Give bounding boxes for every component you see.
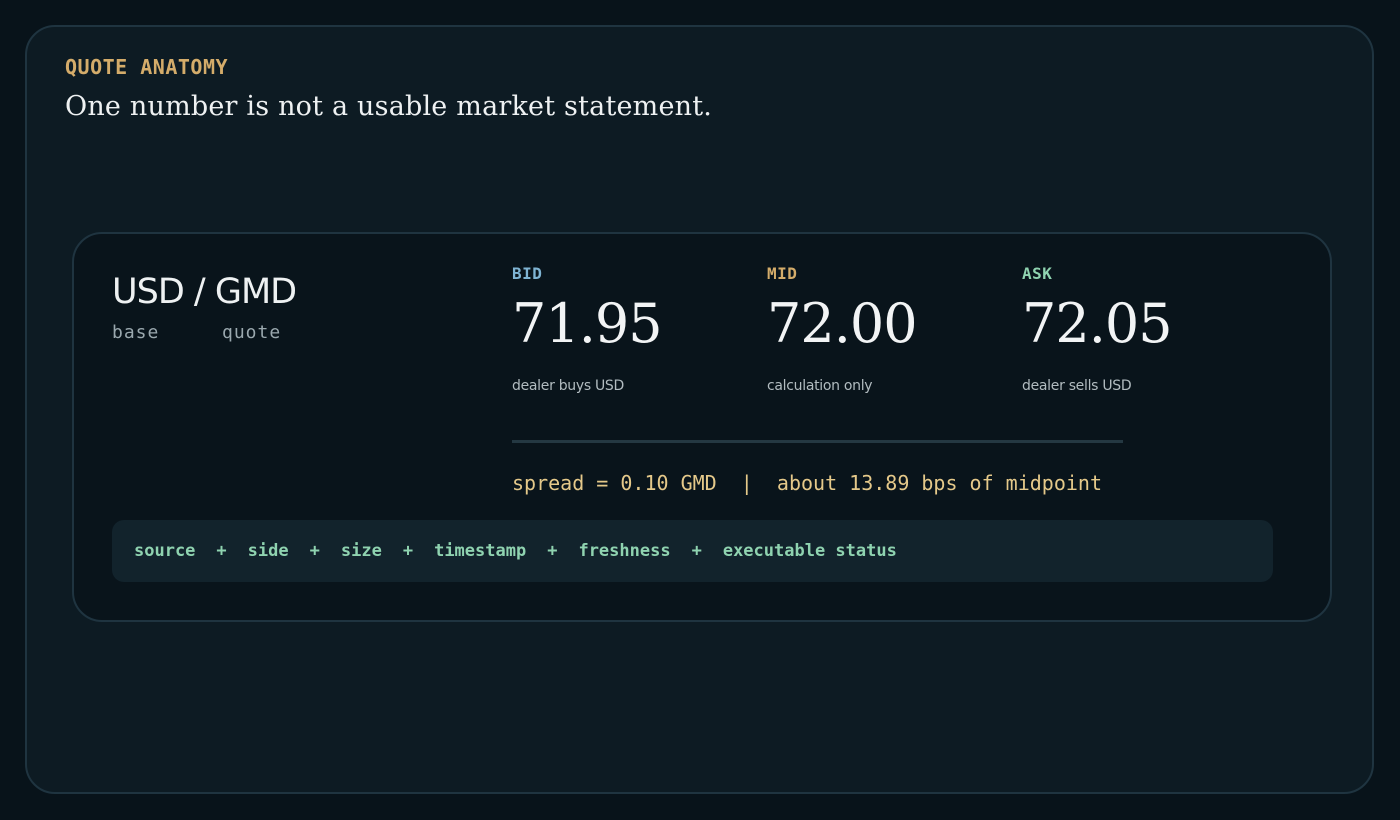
plus-separator: + — [216, 541, 227, 561]
bid-label: BID — [512, 264, 543, 283]
bid-note: dealer buys USD — [512, 378, 624, 394]
required-fields-bar: source + side + size + timestamp + fresh… — [112, 520, 1273, 582]
ask-label: ASK — [1022, 264, 1053, 283]
field-source: source — [134, 541, 196, 561]
mid-note: calculation only — [767, 378, 873, 394]
mid-label: MID — [767, 264, 798, 283]
plus-separator: + — [309, 541, 320, 561]
plus-separator: + — [547, 541, 558, 561]
field-side: side — [247, 541, 289, 561]
spread-summary: spread = 0.10 GMD | about 13.89 bps of m… — [512, 471, 1103, 495]
mid-column: MID 72.00 calculation only — [767, 264, 1007, 394]
spread-divider — [512, 440, 1123, 443]
quote-card: USD / GMD base quote BID 71.95 dealer bu… — [72, 232, 1332, 622]
base-label: base — [112, 322, 160, 343]
field-executable-status: executable status — [722, 541, 897, 561]
bid-value: 71.95 — [512, 292, 663, 355]
quote-label: quote — [222, 322, 282, 343]
plus-separator: + — [691, 541, 702, 561]
ask-value: 72.05 — [1022, 292, 1173, 355]
section-headline: One number is not a usable market statem… — [65, 91, 713, 122]
mid-value: 72.00 — [767, 292, 918, 355]
currency-pair: USD / GMD — [112, 272, 297, 312]
ask-column: ASK 72.05 dealer sells USD — [1022, 264, 1262, 394]
quote-anatomy-panel: QUOTE ANATOMY One number is not a usable… — [25, 25, 1374, 794]
field-freshness: freshness — [578, 541, 671, 561]
bid-column: BID 71.95 dealer buys USD — [512, 264, 752, 394]
field-size: size — [340, 541, 382, 561]
section-eyebrow: QUOTE ANATOMY — [65, 55, 229, 79]
field-timestamp: timestamp — [434, 541, 527, 561]
ask-note: dealer sells USD — [1022, 378, 1132, 394]
plus-separator: + — [402, 541, 414, 561]
